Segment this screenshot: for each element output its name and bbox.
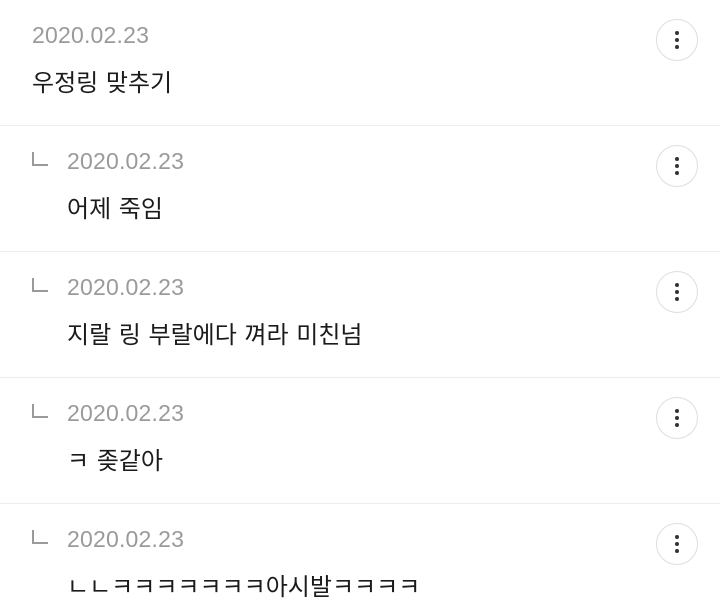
comment-item: 2020.02.23 우정링 맞추기 xyxy=(0,0,720,126)
comment-text: 어제 죽임 xyxy=(67,195,163,223)
more-vertical-icon xyxy=(675,157,679,161)
comment-date: 2020.02.23 xyxy=(67,400,185,426)
more-options-button[interactable] xyxy=(656,271,698,313)
reply-arrow-icon xyxy=(32,152,48,166)
comment-date: 2020.02.23 xyxy=(32,22,150,48)
comment-text: ㄴㄴㅋㅋㅋㅋㅋㅋㅋ아시발ㅋㅋㅋㅋ xyxy=(67,573,421,601)
comment-date: 2020.02.23 xyxy=(67,274,185,300)
comment-text: ㅋ 좆같아 xyxy=(67,447,163,475)
more-options-button[interactable] xyxy=(656,19,698,61)
comment-date: 2020.02.23 xyxy=(67,526,185,552)
more-options-button[interactable] xyxy=(656,523,698,565)
reply-item: 2020.02.23 어제 죽임 xyxy=(0,126,720,252)
reply-item: 2020.02.23 ㅋ 좆같아 xyxy=(0,378,720,504)
more-options-button[interactable] xyxy=(656,145,698,187)
reply-item: 2020.02.23 ㄴㄴㅋㅋㅋㅋㅋㅋㅋ아시발ㅋㅋㅋㅋ xyxy=(0,504,720,616)
comment-text: 우정링 맞추기 xyxy=(32,69,173,97)
more-vertical-icon xyxy=(675,535,679,539)
comment-date: 2020.02.23 xyxy=(67,148,185,174)
comment-text: 지랄 링 부랄에다 껴라 미친넘 xyxy=(67,321,363,349)
more-vertical-icon xyxy=(675,31,679,35)
reply-arrow-icon xyxy=(32,278,48,292)
more-options-button[interactable] xyxy=(656,397,698,439)
more-vertical-icon xyxy=(675,409,679,413)
reply-arrow-icon xyxy=(32,530,48,544)
reply-item: 2020.02.23 지랄 링 부랄에다 껴라 미친넘 xyxy=(0,252,720,378)
more-vertical-icon xyxy=(675,283,679,287)
comment-list: 2020.02.23 우정링 맞추기 2020.02.23 어제 죽임 2020… xyxy=(0,0,720,616)
reply-arrow-icon xyxy=(32,404,48,418)
